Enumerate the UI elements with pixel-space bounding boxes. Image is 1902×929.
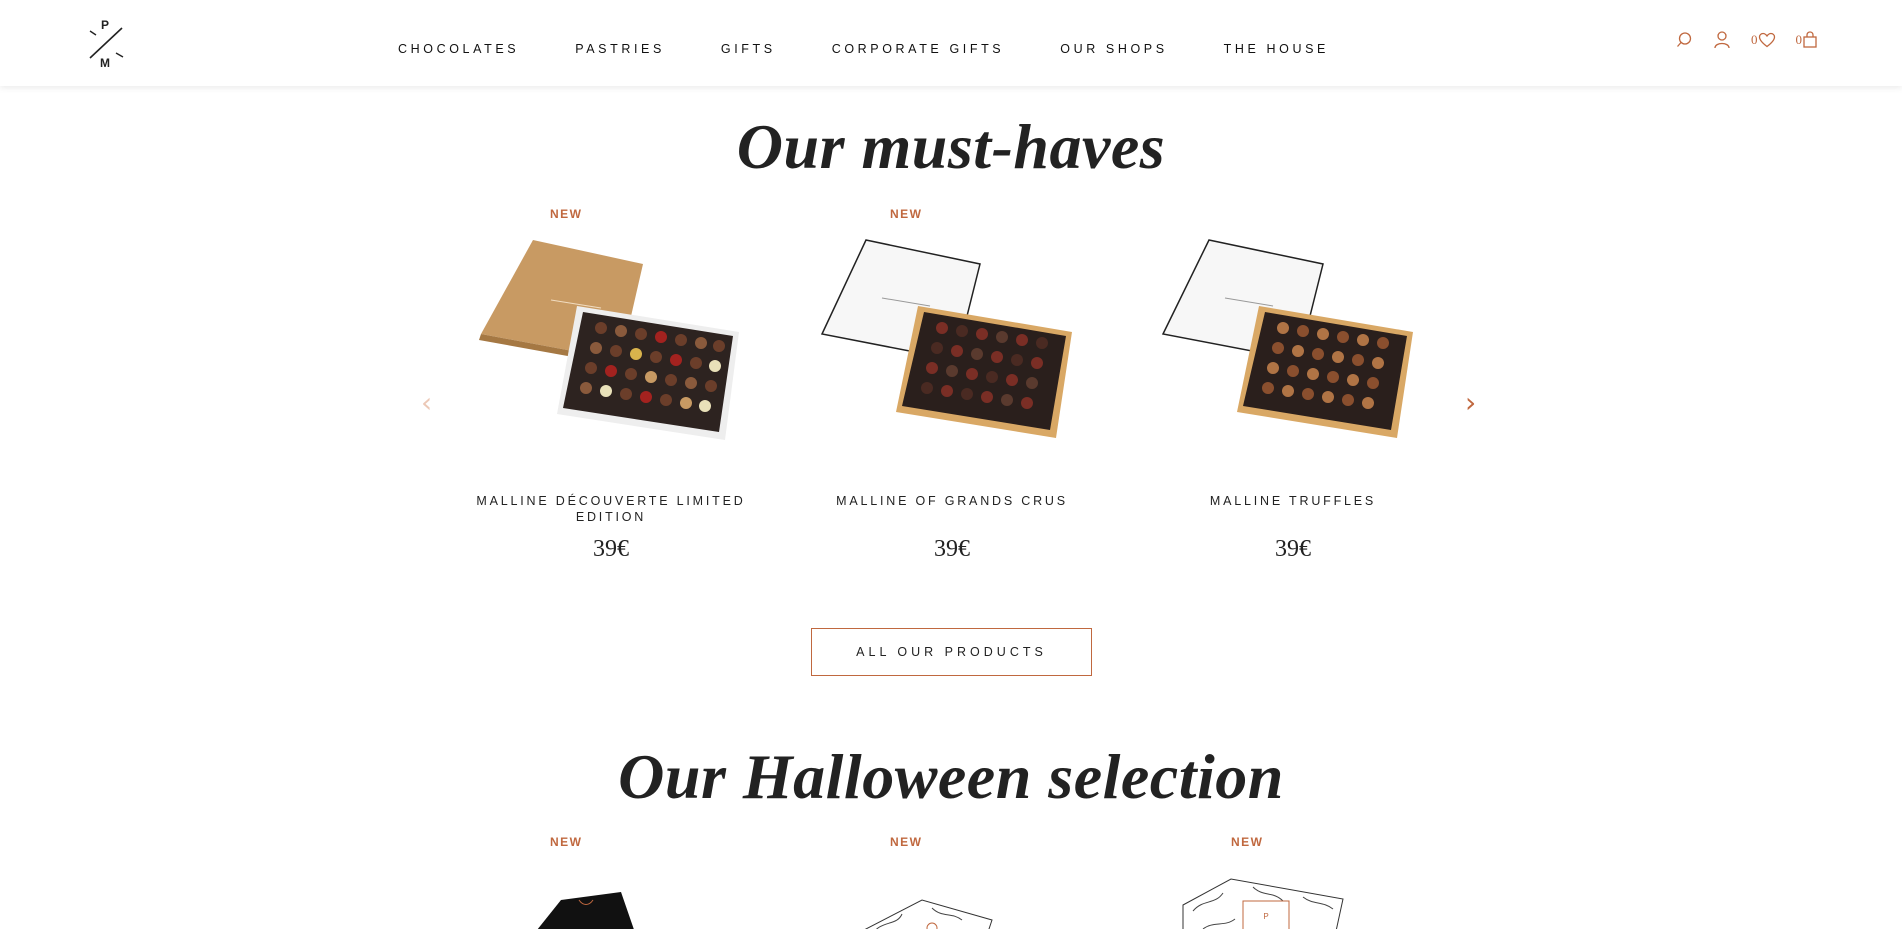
product-image: P	[1182, 878, 1344, 929]
bag-icon	[1803, 31, 1817, 48]
account-button[interactable]	[1713, 30, 1731, 49]
product-image	[537, 892, 634, 929]
nav-the-house[interactable]: THE HOUSE	[1224, 42, 1329, 56]
nav-corporate-gifts[interactable]: CORPORATE GIFTS	[832, 42, 1005, 56]
new-badge: NEW	[1231, 835, 1264, 849]
nav-pastries[interactable]: PASTRIES	[575, 42, 665, 56]
product-price: 39€	[1275, 536, 1311, 562]
product-name[interactable]: MALLINE TRUFFLES	[1143, 493, 1443, 509]
heart-icon	[1758, 32, 1775, 47]
new-badge: NEW	[890, 207, 923, 221]
product-card[interactable]: NEW P	[1143, 830, 1443, 929]
site-header: P M CHOCOLATES PASTRIES GIFTS CORPORATE …	[0, 0, 1902, 86]
product-card[interactable]: NEW	[802, 830, 1102, 929]
product-image	[479, 240, 739, 440]
account-icon	[1714, 31, 1730, 49]
section-title-must-haves: Our must-haves	[736, 111, 1166, 182]
product-card[interactable]: NEW MALLINE OF GRANDS CRUS 39€	[802, 200, 1102, 562]
nav-our-shops[interactable]: OUR SHOPS	[1060, 42, 1167, 56]
product-card[interactable]: NEW	[461, 830, 761, 929]
header-utilities: 0 0	[1675, 30, 1818, 49]
wishlist-button[interactable]: 0	[1751, 32, 1776, 48]
product-image	[820, 239, 1072, 438]
brand-logo[interactable]: P M	[84, 18, 128, 70]
section-title-halloween: Our Halloween selection	[618, 741, 1284, 812]
carousel-prev-arrow[interactable]: ‹	[421, 386, 432, 419]
nav-chocolates[interactable]: CHOCOLATES	[398, 42, 519, 56]
product-card[interactable]: NEW MALLINE DÉCOUVERTE LIMITED EDITION 3…	[461, 200, 761, 562]
search-icon	[1677, 31, 1692, 47]
new-badge: NEW	[550, 207, 583, 221]
product-name[interactable]: MALLINE OF GRANDS CRUS	[802, 493, 1102, 509]
new-badge: NEW	[550, 835, 583, 849]
new-badge: NEW	[890, 835, 923, 849]
cart-button[interactable]: 0	[1796, 31, 1819, 48]
svg-text:P: P	[1263, 912, 1268, 921]
all-products-button[interactable]: ALL OUR PRODUCTS	[811, 628, 1092, 676]
main-nav: CHOCOLATES PASTRIES GIFTS CORPORATE GIFT…	[398, 42, 1385, 56]
product-image	[1161, 239, 1413, 438]
product-image	[864, 899, 993, 929]
product-card[interactable]: MALLINE TRUFFLES 39€	[1143, 200, 1443, 562]
product-price: 39€	[593, 536, 629, 562]
product-price: 39€	[934, 536, 970, 562]
nav-gifts[interactable]: GIFTS	[721, 42, 776, 56]
carousel-next-arrow[interactable]: ›	[1465, 386, 1476, 419]
product-name[interactable]: MALLINE DÉCOUVERTE LIMITED EDITION	[461, 493, 761, 525]
logo-letter-bottom: M	[100, 56, 110, 70]
search-button[interactable]	[1675, 31, 1693, 49]
